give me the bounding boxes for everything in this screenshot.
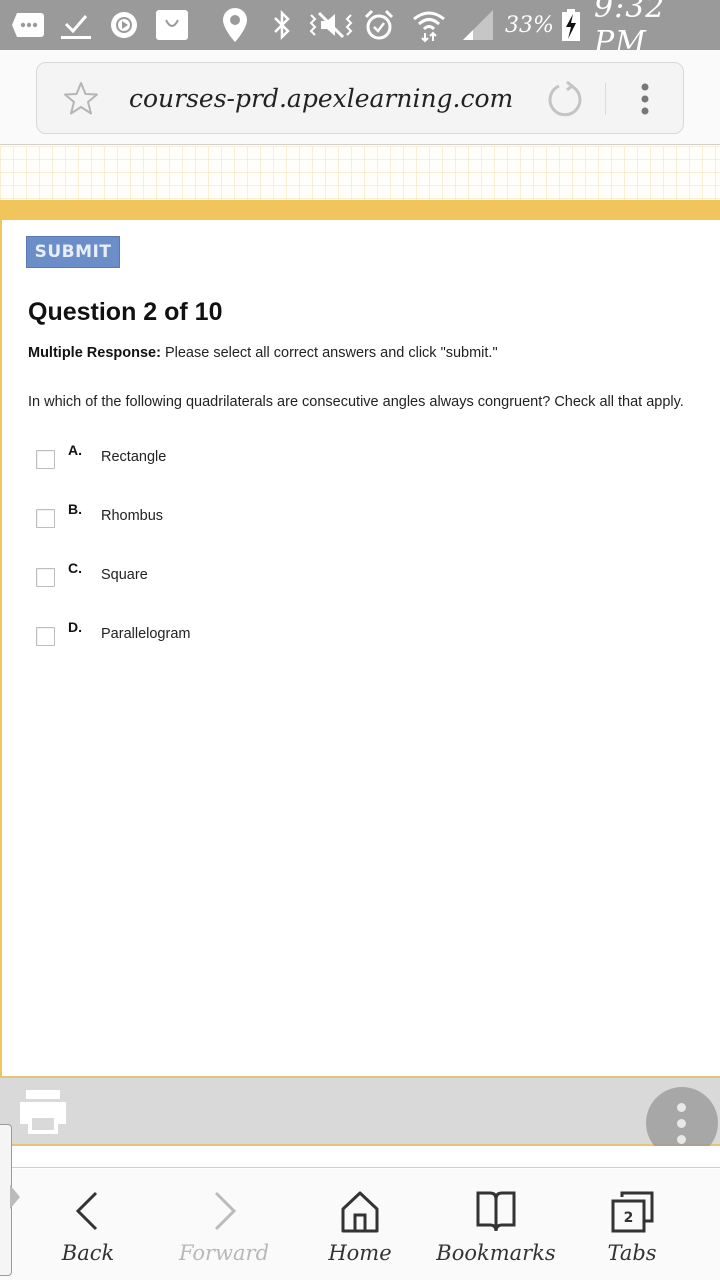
download-complete-icon <box>58 0 94 50</box>
status-bar: 33% 9:32 PM <box>0 0 720 60</box>
answer-option-b[interactable]: B. Rhombus <box>36 501 436 531</box>
option-letter: A. <box>68 442 82 458</box>
checkbox[interactable] <box>36 509 55 528</box>
checkbox[interactable] <box>36 568 55 587</box>
back-icon <box>75 1191 98 1231</box>
url-text[interactable]: courses-prd.apexlearning.com <box>129 63 513 135</box>
answer-option-c[interactable]: C. Square <box>36 560 436 590</box>
nav-tabs[interactable]: 2 Tabs <box>592 1169 672 1280</box>
quiz-content: SUBMIT Question 2 of 10 Multiple Respons… <box>0 220 720 1077</box>
spacer <box>0 1146 720 1168</box>
nav-label: Forward <box>178 1241 270 1265</box>
nav-label: Bookmarks <box>436 1241 556 1265</box>
option-letter: C. <box>68 560 82 576</box>
nav-bookmarks[interactable]: Bookmarks <box>436 1169 556 1280</box>
nav-forward[interactable]: Forward <box>174 1169 274 1280</box>
page-tool-strip <box>0 1076 720 1146</box>
tabs-icon: 2 <box>611 1191 654 1233</box>
option-letter: D. <box>68 619 82 635</box>
clock: 9:32 PM <box>594 0 666 60</box>
bluetooth-icon <box>270 0 294 50</box>
shopping-bag-icon <box>155 0 189 50</box>
alarm-icon <box>362 0 396 50</box>
answer-option-d[interactable]: D. Parallelogram <box>36 619 436 649</box>
signal-icon <box>460 0 496 50</box>
nav-label: Back <box>61 1241 115 1265</box>
battery-charging-icon <box>560 0 582 50</box>
browser-toolbar: courses-prd.apexlearning.com <box>0 50 720 145</box>
more-options-icon[interactable] <box>631 79 659 119</box>
nav-label: Home <box>328 1241 392 1265</box>
question-prompt: In which of the following quadrilaterals… <box>28 394 684 410</box>
location-icon <box>220 0 250 50</box>
checkbox[interactable] <box>36 627 55 646</box>
bookmark-star-icon[interactable] <box>61 79 101 119</box>
forward-icon <box>214 1191 237 1231</box>
instructions-text: Please select all correct answers and cl… <box>160 345 498 361</box>
browser-nav-bar: Back Forward Home Bookmarks 2 Tabs <box>0 1169 720 1280</box>
option-label[interactable]: Parallelogram <box>101 626 190 642</box>
instructions: Multiple Response: Please select all cor… <box>28 345 498 361</box>
tab-count: 2 <box>624 1210 634 1226</box>
edge-panel-handle[interactable] <box>0 1124 20 1276</box>
option-letter: B. <box>68 501 82 517</box>
divider <box>605 83 606 115</box>
answer-option-a[interactable]: A. Rectangle <box>36 442 436 472</box>
wifi-icon <box>410 0 448 50</box>
nav-label: Tabs <box>607 1241 657 1265</box>
reload-icon[interactable] <box>545 79 585 119</box>
address-bar[interactable]: courses-prd.apexlearning.com <box>36 62 684 134</box>
nav-home[interactable]: Home <box>320 1169 400 1280</box>
submit-button[interactable]: SUBMIT <box>26 236 120 268</box>
messages-icon <box>10 0 46 50</box>
home-icon <box>341 1191 379 1233</box>
dot <box>677 1135 686 1144</box>
option-label[interactable]: Square <box>101 567 148 583</box>
battery-percent: 33% <box>505 12 554 38</box>
instructions-label: Multiple Response: <box>28 345 161 361</box>
vibrate-mute-icon <box>306 0 356 50</box>
checkbox[interactable] <box>36 450 55 469</box>
nav-back[interactable]: Back <box>48 1169 128 1280</box>
print-icon[interactable] <box>18 1088 68 1136</box>
question-title: Question 2 of 10 <box>28 298 223 326</box>
option-label[interactable]: Rhombus <box>101 508 163 524</box>
header-grid-pattern <box>0 146 720 200</box>
bookmarks-icon <box>476 1191 516 1232</box>
media-player-icon <box>108 0 140 50</box>
dot <box>677 1119 686 1128</box>
option-label[interactable]: Rectangle <box>101 449 166 465</box>
header-accent-bar <box>0 200 720 220</box>
dot <box>677 1103 686 1112</box>
